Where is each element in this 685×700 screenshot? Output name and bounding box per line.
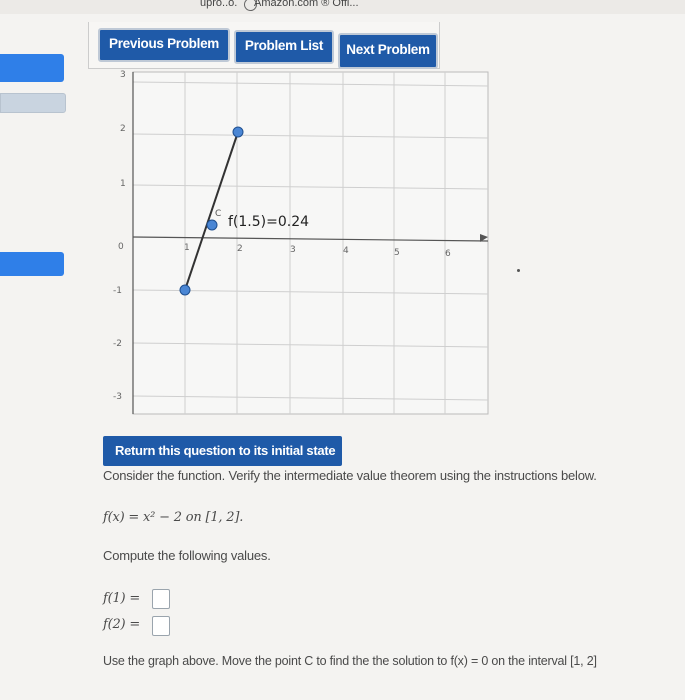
- f1-label: f(1) =: [103, 591, 141, 606]
- x-tick-2: 2: [237, 244, 243, 254]
- x-tick-4: 4: [343, 246, 349, 256]
- x-tick-0: 0: [118, 242, 124, 252]
- x-tick-1: 1: [184, 243, 190, 253]
- y-tick-1: 1: [120, 179, 126, 189]
- x-tick-6: 6: [445, 249, 451, 259]
- y-tick-neg2: -2: [113, 339, 122, 349]
- reset-question-button[interactable]: Return this question to its initial stat…: [103, 436, 342, 466]
- y-tick-neg3: -3: [113, 392, 122, 402]
- y-tick-3: 3: [120, 70, 126, 80]
- x-tick-3: 3: [290, 245, 296, 255]
- stray-dot: [517, 269, 520, 272]
- graph-instruction: Use the graph above. Move the point C to…: [103, 654, 597, 668]
- function-definition: f(x) = x² − 2 on [1, 2].: [103, 510, 244, 525]
- point-value-label: f(1.5)=0.24: [228, 214, 309, 230]
- endpoint-end: [232, 126, 244, 138]
- compute-prompt: Compute the following values.: [103, 548, 271, 563]
- point-c-label: C: [215, 209, 221, 219]
- y-tick-2: 2: [120, 124, 126, 134]
- f2-label: f(2) =: [103, 617, 141, 632]
- point-c-handle[interactable]: [206, 219, 218, 231]
- f2-answer-input[interactable]: [152, 616, 170, 636]
- endpoint-start: [179, 284, 191, 296]
- x-tick-5: 5: [394, 248, 400, 258]
- y-tick-neg1: -1: [113, 286, 122, 296]
- question-intro: Consider the function. Verify the interm…: [103, 468, 597, 483]
- f1-answer-input[interactable]: [152, 589, 170, 609]
